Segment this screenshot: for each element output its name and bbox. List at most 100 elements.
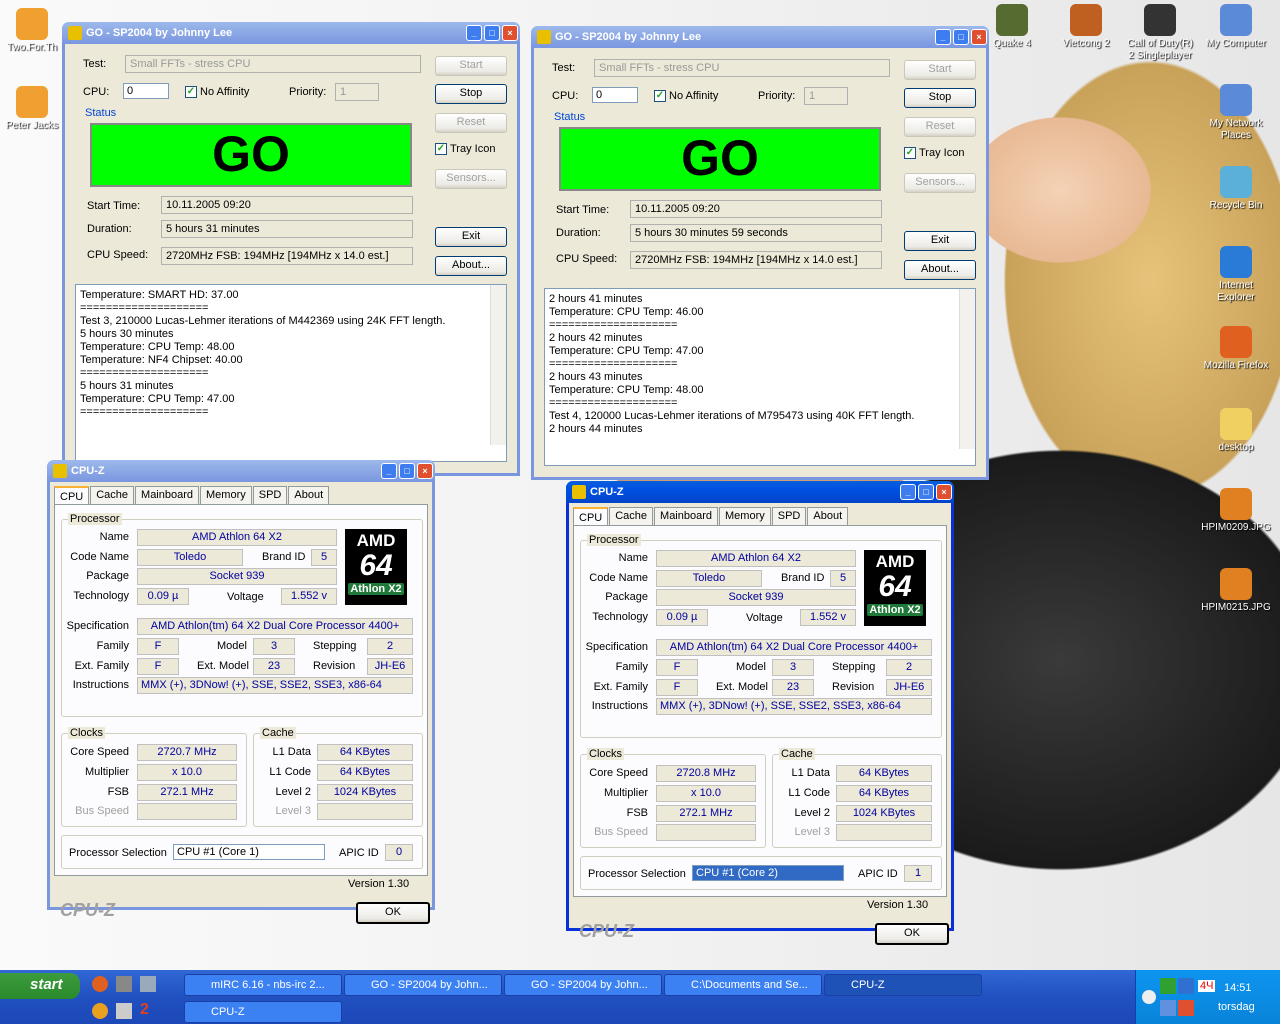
desktop-icon[interactable]: Two.For.Th bbox=[0, 8, 68, 54]
tab-cache[interactable]: Cache bbox=[90, 486, 135, 505]
tab-about[interactable]: About bbox=[807, 507, 849, 526]
no-affinity-checkbox[interactable]: ✓ No Affinity bbox=[185, 86, 249, 98]
desktop-icon[interactable]: HPIM0209.JPG bbox=[1200, 488, 1272, 534]
test-select[interactable]: Small FFTs - stress CPU bbox=[594, 59, 890, 77]
name-value: AMD Athlon 64 X2 bbox=[137, 529, 337, 546]
maximize-icon[interactable]: □ bbox=[484, 25, 500, 41]
log-output[interactable]: Temperature: SMART HD: 37.00 ===========… bbox=[75, 284, 507, 462]
tray-app-icon[interactable] bbox=[1178, 978, 1194, 994]
l1-code-value: 64 KBytes bbox=[317, 764, 413, 781]
stop-button[interactable]: Stop bbox=[904, 88, 976, 108]
processor-select[interactable]: CPU #1 (Core 2) bbox=[692, 865, 844, 881]
tab-memory[interactable]: Memory bbox=[719, 507, 771, 526]
start-button[interactable]: start bbox=[0, 973, 80, 999]
priority-select[interactable]: 1 bbox=[335, 83, 379, 101]
close-icon[interactable]: × bbox=[417, 463, 433, 479]
codename-label: Code Name bbox=[589, 572, 648, 584]
close-icon[interactable]: × bbox=[971, 29, 987, 45]
taskbar-item-sp2004-2[interactable]: GO - SP2004 by John... bbox=[504, 974, 662, 996]
tab-mainboard[interactable]: Mainboard bbox=[654, 507, 719, 526]
minimize-icon[interactable]: _ bbox=[381, 463, 397, 479]
cpu-select[interactable]: 0 bbox=[123, 83, 169, 99]
tab-memory[interactable]: Memory bbox=[200, 486, 252, 505]
title-bar[interactable]: CPU-Z _ □ × bbox=[47, 460, 435, 482]
scrollbar[interactable] bbox=[490, 285, 506, 445]
close-icon[interactable]: × bbox=[936, 484, 952, 500]
tab-spd[interactable]: SPD bbox=[252, 486, 288, 505]
tray-app-icon[interactable] bbox=[1178, 1000, 1194, 1016]
log-output[interactable]: 2 hours 41 minutes Temperature: CPU Temp… bbox=[544, 288, 976, 466]
about-button[interactable]: About... bbox=[904, 260, 976, 280]
exit-button[interactable]: Exit bbox=[904, 231, 976, 251]
exit-button[interactable]: Exit bbox=[435, 227, 507, 247]
technology-value: 0.09 µ bbox=[137, 588, 189, 605]
cpuz-window-2: CPU-Z _ □ × CPU Cache Mainboard Memory SPD … bbox=[566, 481, 954, 945]
taskbar-item-mirc[interactable]: mIRC 6.16 - nbs-irc 2... bbox=[184, 974, 342, 996]
chevron-left-icon[interactable] bbox=[1142, 990, 1156, 1004]
scrollbar[interactable] bbox=[959, 289, 975, 449]
desktop-icon[interactable]: Recycle Bin bbox=[1200, 166, 1272, 212]
desktop-icon[interactable]: Peter Jacks bbox=[0, 86, 68, 132]
clock-time[interactable]: 14:51 bbox=[1224, 982, 1252, 994]
maximize-icon[interactable]: □ bbox=[918, 484, 934, 500]
desktop-icon[interactable]: Mozilla Firefox bbox=[1200, 326, 1272, 372]
desktop-icon[interactable]: HPIM0215.JPG bbox=[1200, 568, 1272, 614]
tab-cpu[interactable]: CPU bbox=[54, 486, 90, 505]
checkbox-label: Tray Icon bbox=[450, 143, 496, 155]
sensors-button[interactable]: Sensors... bbox=[435, 169, 507, 189]
reset-button[interactable]: Reset bbox=[435, 113, 507, 133]
test-select[interactable]: Small FFTs - stress CPU bbox=[125, 55, 421, 73]
start-button[interactable]: Start bbox=[435, 56, 507, 76]
close-icon[interactable]: × bbox=[502, 25, 518, 41]
tray-icon-checkbox[interactable]: ✓ Tray Icon bbox=[435, 143, 495, 155]
l1-data-label: L1 Data bbox=[791, 767, 830, 779]
maximize-icon[interactable]: □ bbox=[953, 29, 969, 45]
title-bar[interactable]: GO - SP2004 by Johnny Lee _ □ × bbox=[531, 26, 989, 48]
no-affinity-checkbox[interactable]: ✓ No Affinity bbox=[654, 90, 718, 102]
tab-cpu[interactable]: CPU bbox=[573, 507, 609, 526]
taskbar-item-sp2004-1[interactable]: GO - SP2004 by John... bbox=[344, 974, 502, 996]
stop-button[interactable]: Stop bbox=[435, 84, 507, 104]
desktop-icon[interactable]: Internet Explorer bbox=[1200, 246, 1272, 304]
brand-id-label: Brand ID bbox=[781, 572, 825, 584]
tray-app-icon[interactable] bbox=[1160, 978, 1176, 994]
title-bar[interactable]: GO - SP2004 by Johnny Lee _ □ × bbox=[62, 22, 520, 44]
about-button[interactable]: About... bbox=[435, 256, 507, 276]
taskbar-item-cpuz-1[interactable]: CPU-Z bbox=[824, 974, 982, 996]
cod2-quicklaunch-icon[interactable]: 2 bbox=[140, 1001, 149, 1019]
start-button[interactable]: Start bbox=[904, 60, 976, 80]
app-quicklaunch-icon[interactable] bbox=[116, 1003, 132, 1019]
priority-select[interactable]: 1 bbox=[804, 87, 848, 105]
desktop-icon[interactable]: My Network Places bbox=[1200, 84, 1272, 142]
network-tray-icon[interactable] bbox=[1160, 1000, 1176, 1016]
tab-spd[interactable]: SPD bbox=[771, 507, 807, 526]
app-quicklaunch-icon[interactable] bbox=[92, 1003, 108, 1019]
instructions-value: MMX (+), 3DNow! (+), SSE, SSE2, SSE3, x8… bbox=[137, 677, 413, 694]
maximize-icon[interactable]: □ bbox=[399, 463, 415, 479]
language-indicator[interactable]: 4Ч bbox=[1198, 980, 1216, 992]
title-bar[interactable]: CPU-Z _ □ × bbox=[566, 481, 954, 503]
desktop-icon[interactable]: Vietcong 2 bbox=[1050, 4, 1122, 50]
tab-mainboard[interactable]: Mainboard bbox=[135, 486, 200, 505]
firefox-quicklaunch-icon[interactable] bbox=[92, 976, 108, 992]
taskbar-item-cpuz-2[interactable]: CPU-Z bbox=[184, 1001, 342, 1023]
desktop-icon[interactable]: Call of Duty(R) 2 Singleplayer bbox=[1124, 4, 1196, 62]
app-quicklaunch-icon[interactable] bbox=[116, 976, 132, 992]
tab-cache[interactable]: Cache bbox=[609, 507, 654, 526]
desktop-icon[interactable]: desktop bbox=[1200, 408, 1272, 454]
tray-icon-checkbox[interactable]: ✓ Tray Icon bbox=[904, 147, 964, 159]
minimize-icon[interactable]: _ bbox=[466, 25, 482, 41]
reset-button[interactable]: Reset bbox=[904, 117, 976, 137]
minimize-icon[interactable]: _ bbox=[935, 29, 951, 45]
processor-select[interactable]: CPU #1 (Core 1) bbox=[173, 844, 325, 860]
cpu-select[interactable]: 0 bbox=[592, 87, 638, 103]
ok-button[interactable]: OK bbox=[875, 923, 949, 945]
tab-about[interactable]: About bbox=[288, 486, 330, 505]
ok-button[interactable]: OK bbox=[356, 902, 430, 924]
taskbar-item-explorer[interactable]: C:\Documents and Se... bbox=[664, 974, 822, 996]
minimize-icon[interactable]: _ bbox=[900, 484, 916, 500]
desktop-icon[interactable]: My Computer bbox=[1200, 4, 1272, 50]
app-quicklaunch-icon[interactable] bbox=[140, 976, 156, 992]
cpu-speed-value: 2720MHz FSB: 194MHz [194MHz x 14.0 est.] bbox=[161, 247, 413, 265]
sensors-button[interactable]: Sensors... bbox=[904, 173, 976, 193]
